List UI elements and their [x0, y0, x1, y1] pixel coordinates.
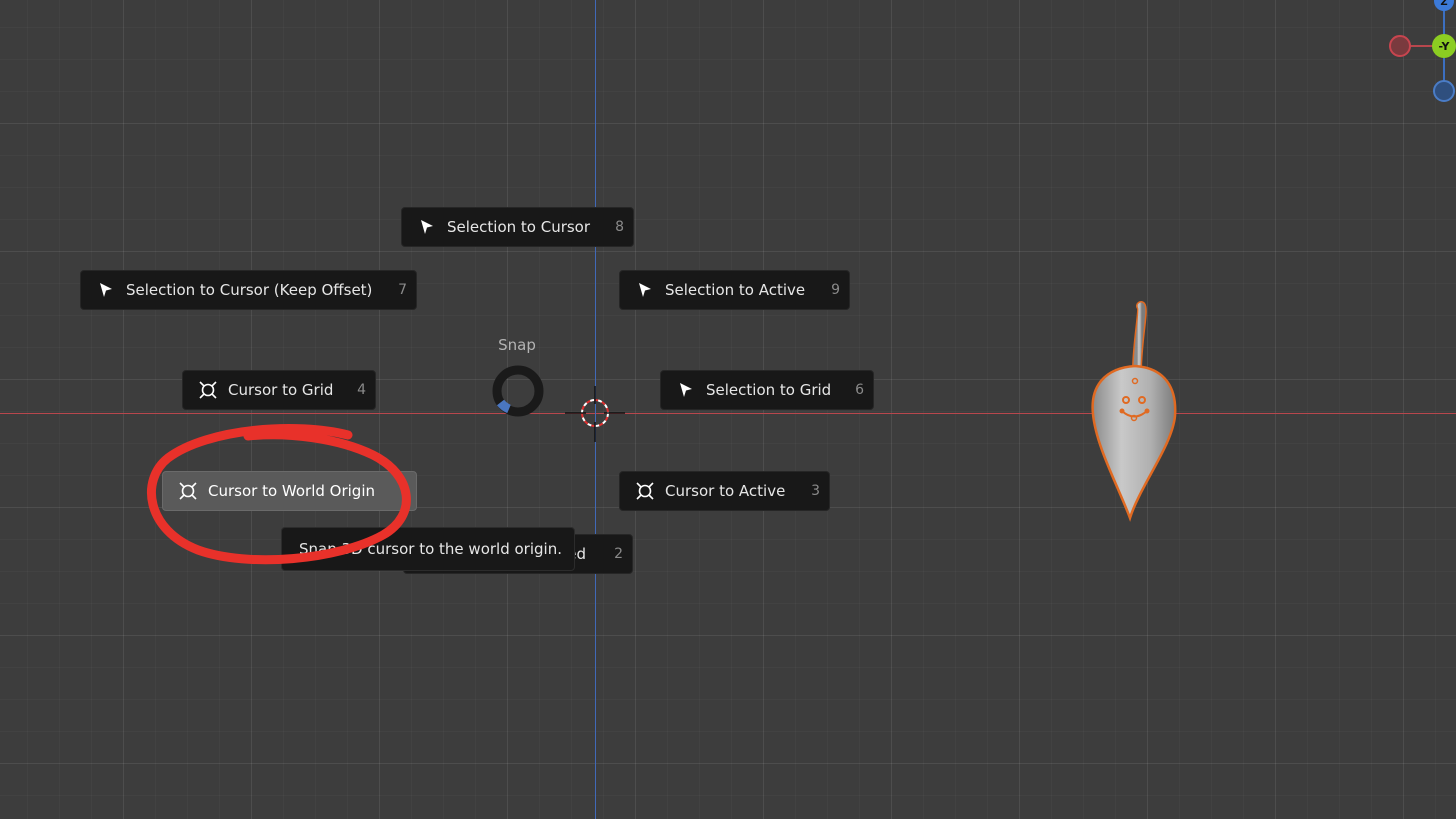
- cursor-snap-icon: [634, 480, 656, 502]
- pie-item-selection-to-grid[interactable]: Selection to Grid 6: [660, 370, 874, 410]
- pie-item-cursor-to-world-origin[interactable]: Cursor to World Origin: [162, 471, 417, 511]
- pie-direction-ring: [492, 365, 544, 417]
- gizmo-z-label: Z: [1440, 0, 1447, 8]
- pie-menu-title: Snap: [498, 336, 536, 354]
- cursor-snap-icon: [197, 379, 219, 401]
- x-axis-line: [0, 413, 1456, 414]
- 3d-cursor-icon: [565, 386, 625, 442]
- gizmo-neg-y-label: -Y: [1439, 40, 1451, 53]
- selection-arrow-icon: [675, 379, 697, 401]
- pie-item-selection-to-cursor[interactable]: Selection to Cursor 8: [401, 207, 634, 247]
- navigation-gizmo[interactable]: Z -Y: [1384, 0, 1456, 110]
- selected-object[interactable]: [1080, 296, 1190, 528]
- pie-item-selection-to-active[interactable]: Selection to Active 9: [619, 270, 850, 310]
- pie-item-cursor-to-active[interactable]: Cursor to Active 3: [619, 471, 830, 511]
- selection-arrow-icon: [634, 279, 656, 301]
- tooltip: Snap 3D cursor to the world origin.: [281, 527, 575, 571]
- selection-arrow-icon: [416, 216, 438, 238]
- pie-item-cursor-to-grid[interactable]: Cursor to Grid 4: [182, 370, 376, 410]
- cursor-snap-icon: [177, 480, 199, 502]
- selection-arrow-icon: [95, 279, 117, 301]
- pie-item-selection-to-cursor-keep-offset[interactable]: Selection to Cursor (Keep Offset) 7: [80, 270, 417, 310]
